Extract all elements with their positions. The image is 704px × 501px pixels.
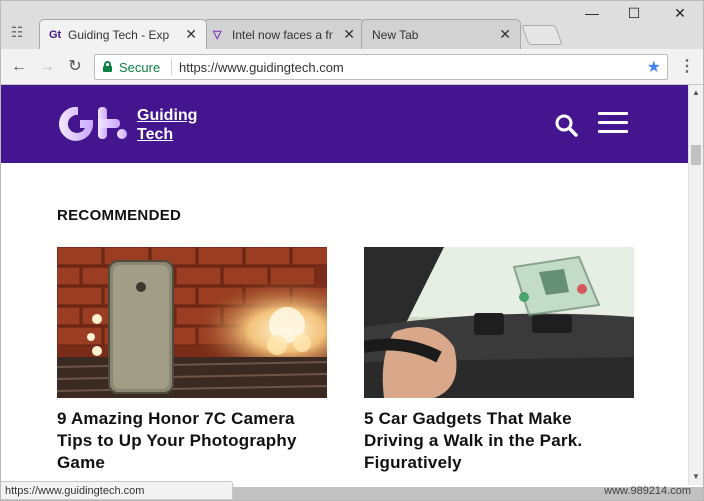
address-separator bbox=[171, 59, 172, 75]
close-window-button[interactable]: ✕ bbox=[665, 5, 695, 22]
reload-button[interactable]: ↻ bbox=[65, 57, 85, 77]
article-headline[interactable]: 9 Amazing Honor 7C Camera Tips to Up You… bbox=[57, 408, 327, 474]
incognito-icon: ☷ bbox=[10, 24, 24, 40]
browser-menu-icon[interactable]: ⋮ bbox=[679, 57, 695, 77]
browser-toolbar: ← → ↻ Secure https://www.guidingtech.com… bbox=[1, 49, 703, 85]
maximize-button[interactable]: ☐ bbox=[619, 5, 649, 22]
bookmark-star-icon[interactable]: ★ bbox=[647, 57, 661, 77]
tab-strip: ☷ Gt Guiding Tech - Exp ✕ ▽ Intel now fa… bbox=[1, 1, 703, 49]
hamburger-menu-icon[interactable] bbox=[598, 112, 628, 134]
brand-name[interactable]: Guiding Tech bbox=[137, 106, 197, 144]
minimize-button[interactable]: — bbox=[577, 5, 607, 21]
search-icon[interactable] bbox=[554, 113, 578, 137]
tab-title: New Tab bbox=[372, 28, 419, 42]
article-favicon-icon: ▽ bbox=[213, 29, 222, 41]
scroll-down-arrow-icon[interactable]: ▼ bbox=[692, 472, 700, 481]
scroll-thumb[interactable] bbox=[691, 145, 701, 165]
tab-close-icon[interactable]: ✕ bbox=[499, 26, 511, 43]
guiding-tech-favicon-icon: Gt bbox=[49, 29, 62, 41]
vertical-scrollbar[interactable]: ▲ ▼ bbox=[688, 85, 703, 485]
article-headline[interactable]: 5 Car Gadgets That Make Driving a Walk i… bbox=[364, 408, 634, 474]
forward-button[interactable]: → bbox=[37, 57, 57, 77]
guiding-tech-logo-icon[interactable] bbox=[56, 103, 130, 143]
lock-icon bbox=[103, 61, 112, 72]
secure-label: Secure bbox=[119, 60, 161, 75]
page-viewport: Guiding Tech RECOMMENDED 9 Amazing Honor… bbox=[1, 85, 688, 485]
browser-window: ☷ Gt Guiding Tech - Exp ✕ ▽ Intel now fa… bbox=[0, 0, 704, 501]
tab-new-tab[interactable]: New Tab ✕ bbox=[361, 19, 521, 49]
site-header: Guiding Tech bbox=[1, 85, 688, 163]
tab-title: Intel now faces a fr bbox=[232, 28, 333, 42]
tab-title: Guiding Tech - Exp bbox=[68, 28, 170, 42]
tab-intel-article[interactable]: ▽ Intel now faces a fr ✕ bbox=[203, 19, 365, 49]
scroll-up-arrow-icon[interactable]: ▲ bbox=[692, 88, 700, 97]
back-button[interactable]: ← bbox=[9, 57, 29, 77]
status-bar-url: https://www.guidingtech.com bbox=[1, 481, 233, 500]
url-text[interactable]: https://www.guidingtech.com bbox=[179, 60, 344, 75]
tab-close-icon[interactable]: ✕ bbox=[343, 26, 355, 43]
article-card[interactable]: 5 Car Gadgets That Make Driving a Walk i… bbox=[364, 247, 634, 474]
watermark-text: www.989214.com bbox=[604, 485, 691, 497]
article-image-phone[interactable] bbox=[57, 247, 327, 398]
tab-close-icon[interactable]: ✕ bbox=[185, 26, 197, 43]
article-card[interactable]: 9 Amazing Honor 7C Camera Tips to Up You… bbox=[57, 247, 327, 474]
section-title: RECOMMENDED bbox=[57, 207, 182, 224]
tab-guiding-tech[interactable]: Gt Guiding Tech - Exp ✕ bbox=[39, 19, 207, 49]
address-bar[interactable]: Secure https://www.guidingtech.com ★ bbox=[94, 54, 668, 80]
new-tab-button[interactable] bbox=[521, 25, 563, 45]
article-image-car-hud[interactable] bbox=[364, 247, 634, 398]
